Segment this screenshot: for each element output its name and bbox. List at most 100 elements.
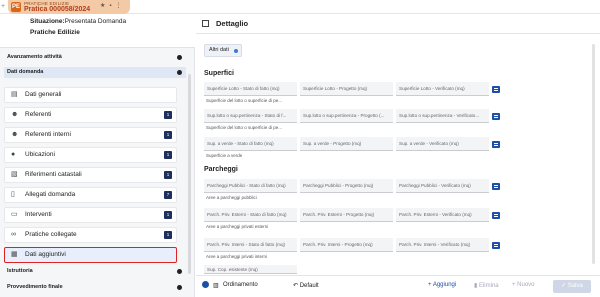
pratica-info: Situazione:Presentata Domanda Pratiche E…: [0, 14, 195, 48]
sidebar-item-dati-aggiuntivi[interactable]: ▦ Dati aggiuntivi: [4, 247, 177, 263]
count-badge: 1: [164, 151, 172, 159]
app-logo: PE: [11, 2, 21, 12]
field-parcheggi-pubblici-verificato[interactable]: Parcheggi Pubblici - Verificato (mq): [396, 179, 489, 193]
default-button[interactable]: ↶ Default: [293, 282, 319, 289]
item-label: Ubicazioni: [25, 151, 55, 158]
item-label: Riferimenti catastali: [25, 171, 82, 178]
item-label: Pratiche collegate: [25, 231, 77, 238]
ordinamento-button[interactable]: Ordinamento: [223, 282, 258, 288]
field-help: Aree a parcheggi privati interni: [206, 254, 268, 259]
field-sup-verde-progetto[interactable]: Sup. a verde - Progetto (mq): [300, 137, 393, 151]
count-badge: 1: [164, 231, 172, 239]
detail-header: Dettaglio: [196, 14, 600, 34]
field-help: Aree a parcheggi privati esterni: [206, 224, 269, 229]
situazione-value: Presentata Domanda: [64, 18, 127, 25]
section-label: Provvedimento finale: [7, 284, 63, 290]
section-label: Istruttoria: [7, 268, 33, 274]
field-parcheggi-pubblici-progetto[interactable]: Parcheggi Pubblici - Progetto (mq): [300, 179, 393, 193]
field-help: Aree a parcheggi pubblici: [206, 195, 257, 200]
field-sup-cop-esistente[interactable]: Sup. Cop. esistente (mq): [204, 265, 297, 274]
elimina-label: Elimina: [478, 283, 499, 289]
section-istruttoria[interactable]: Istruttoria: [4, 266, 186, 277]
collapse-icon[interactable]: [177, 70, 182, 75]
field-sup-verde-stato[interactable]: Sup. a verde - Stato di fatto (mq): [204, 137, 297, 151]
detail-title: Dettaglio: [216, 19, 249, 28]
situazione-row: Situazione:Presentata Domanda: [30, 18, 126, 25]
salva-button[interactable]: ✓ Salva: [553, 280, 591, 293]
field-parch-priv-esterni-verificato[interactable]: Parch. Priv. Esterni - Verificato (mq): [396, 208, 489, 222]
info-icon[interactable]: [202, 281, 209, 288]
field-menu-button[interactable]: [492, 86, 500, 93]
link-icon: ∞: [11, 231, 16, 238]
ordinamento-label: Ordinamento: [223, 282, 258, 288]
field-menu-button[interactable]: [492, 113, 500, 120]
sidebar-item-allegati-domanda[interactable]: ▯ Allegati domanda 7: [4, 187, 177, 203]
calendar-icon: ▦: [11, 251, 18, 258]
item-label: Dati aggiuntivi: [25, 251, 66, 258]
pratica-tab[interactable]: PE PRATICHE EDILIZIE Pratica 000058/2024…: [8, 0, 130, 14]
sidebar-item-riferimenti-catastali[interactable]: ▧ Riferimenti catastali 1: [4, 167, 177, 183]
group-title-parcheggi: Parcheggi: [204, 166, 238, 173]
situazione-label: Situazione:: [30, 18, 65, 25]
detail-scrollbar[interactable]: [592, 44, 595, 264]
nuovo-label: Nuovo: [517, 282, 535, 288]
expand-icon[interactable]: [177, 285, 182, 290]
salva-label: Salva: [567, 283, 583, 289]
field-menu-button[interactable]: [492, 141, 500, 148]
section-provvedimento-finale[interactable]: Provvedimento finale: [4, 282, 186, 293]
field-superficie-lotto-stato[interactable]: Superficie Lotto - Stato di fatto (mq): [204, 82, 297, 96]
new-tab-icon[interactable]: +: [1, 3, 5, 10]
field-sup-verde-verificato[interactable]: Sup. a verde - Verificato (mq): [396, 137, 489, 151]
field-sup-lotto-pert-progetto[interactable]: Sup.lotto o sup.pertinenza - Progetto (.…: [300, 109, 393, 123]
column-icon[interactable]: ▥: [213, 282, 219, 289]
expand-icon[interactable]: [177, 55, 182, 60]
field-superficie-lotto-verificato[interactable]: Superficie Lotto - Verificato (mq): [396, 82, 489, 96]
section-avanzamento[interactable]: Avanzamento attività: [4, 52, 186, 63]
field-superficie-lotto-progetto[interactable]: Superficie Lotto - Progetto (mq): [300, 82, 393, 96]
section-dati-domanda[interactable]: Dati domanda: [4, 67, 186, 78]
sidebar-item-ubicazioni[interactable]: ● Ubicazioni 1: [4, 147, 177, 163]
field-sup-lotto-pert-stato[interactable]: Sup.lotto o sup.pertinenza - Stato di f.…: [204, 109, 297, 123]
tab-actions[interactable]: ★▪⋮: [100, 2, 126, 9]
expand-icon[interactable]: [177, 269, 182, 274]
field-parch-priv-esterni-progetto[interactable]: Parch. Priv. Esterni - Progetto (mq): [300, 208, 393, 222]
field-menu-button[interactable]: [492, 212, 500, 219]
count-badge: 1: [164, 131, 172, 139]
tab-title: Pratica 000058/2024: [24, 6, 91, 13]
top-bar: + PE PRATICHE EDILIZIE Pratica 000058/20…: [0, 0, 600, 14]
people-icon: ☻: [11, 111, 19, 118]
people-icon: ☻: [11, 131, 19, 138]
count-badge: 7: [164, 191, 172, 199]
field-parch-priv-interni-stato[interactable]: Parch. Priv. Interni - Stato di fatto (m…: [204, 238, 297, 252]
field-menu-button[interactable]: [492, 183, 500, 190]
left-scrollbar[interactable]: [188, 74, 191, 274]
nuovo-button[interactable]: + Nuovo: [512, 282, 535, 288]
pin-icon: ●: [11, 151, 16, 158]
field-help: Superficie a verde: [206, 153, 243, 158]
footer-toolbar: ▥ Ordinamento ↶ Default + Aggiungi ▮ Eli…: [196, 275, 600, 297]
map-icon: ▧: [11, 171, 18, 178]
aggiungi-button[interactable]: + Aggiungi: [428, 282, 456, 288]
field-parch-priv-esterni-stato[interactable]: Parch. Priv. Esterni - Stato di fatto (m…: [204, 208, 297, 222]
tool-icon: ▭: [11, 211, 18, 218]
altri-dati-chip[interactable]: Altri dati: [204, 44, 242, 57]
sidebar-item-referenti-interni[interactable]: ☻ Referenti interni 1: [4, 127, 177, 143]
field-menu-button[interactable]: [492, 242, 500, 249]
sidebar-item-dati-generali[interactable]: ▤ Dati generali: [4, 87, 177, 103]
field-parch-priv-interni-verificato[interactable]: Parch. Priv. Interni - Verificato (mq): [396, 238, 489, 252]
sidebar-item-referenti[interactable]: ☻ Referenti 1: [4, 107, 177, 123]
field-sup-lotto-pert-verificato[interactable]: Sup.lotto o sup.pertinenza - Verificato.…: [396, 109, 489, 123]
chip-dot-icon[interactable]: [233, 49, 238, 53]
count-badge: 1: [164, 111, 172, 119]
detail-panel: Dettaglio Altri dati Superfici Superfici…: [196, 14, 600, 297]
field-parcheggi-pubblici-stato[interactable]: Parcheggi Pubblici - Stato di fatto (mq): [204, 179, 297, 193]
item-label: Dati generali: [25, 91, 62, 98]
field-parch-priv-interni-progetto[interactable]: Parch. Priv. Interni - Progetto (mq): [300, 238, 393, 252]
item-label: Referenti interni: [25, 131, 71, 138]
default-label: Default: [299, 283, 319, 289]
section-label: Dati domanda: [7, 69, 44, 75]
field-help: Superficie del lotto o superficie di pe.…: [206, 125, 283, 130]
sidebar-item-pratiche-collegate[interactable]: ∞ Pratiche collegate 1: [4, 227, 177, 243]
elimina-button[interactable]: ▮ Elimina: [474, 282, 499, 289]
sidebar-item-interventi[interactable]: ▭ Interventi 1: [4, 207, 177, 223]
